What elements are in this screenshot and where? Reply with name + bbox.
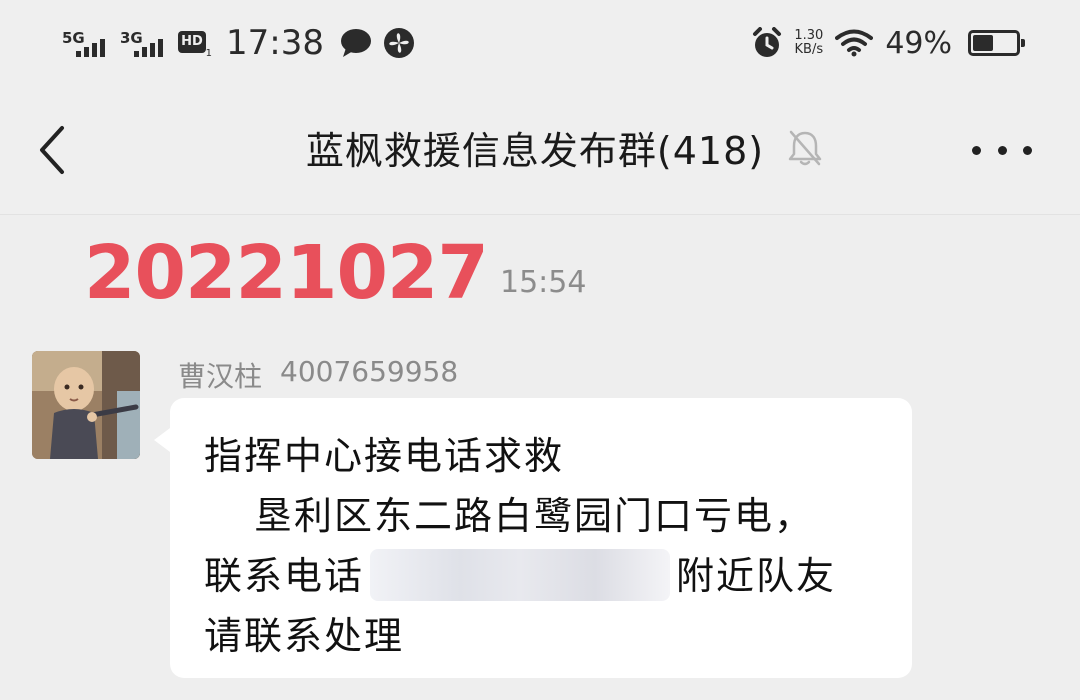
- chat-header: 蓝枫救援信息发布群(418): [0, 86, 1080, 215]
- message-line-3: 联系电话 附近队友: [204, 546, 904, 606]
- more-dots-icon: [972, 145, 981, 155]
- pinwheel-icon: [382, 26, 416, 60]
- status-left: 5G 3G HD 1 17:38: [62, 18, 416, 68]
- bell-muted-icon: [788, 130, 822, 165]
- battery-percent: 49%: [885, 25, 952, 61]
- more-options-button[interactable]: [972, 128, 1032, 172]
- hd-sub-label: 1: [205, 48, 212, 59]
- alarm-clock-icon: [752, 27, 782, 59]
- message-line-3-prefix: 联系电话: [204, 554, 365, 598]
- message-line-4: 请联系处理: [204, 614, 405, 658]
- network-speed: 1.30 KB/s: [794, 29, 823, 57]
- chat-title: 蓝枫救援信息发布群(418): [305, 129, 765, 173]
- message-line-1: 指挥中心接电话求救: [204, 434, 565, 478]
- battery-icon: [968, 30, 1025, 56]
- signal-3g-icon: 3G: [120, 25, 168, 61]
- date-banner: 20221027: [84, 230, 489, 316]
- message-line-2: 垦利区东二路白鹭园门口亏电，: [254, 494, 815, 538]
- message-sender: 曹汉柱 4007659958: [178, 355, 458, 395]
- status-bar: 5G 3G HD 1 17:38 1.30 KB/s 49%: [0, 0, 1080, 86]
- network-speed-value: 1.30: [794, 28, 824, 43]
- chat-title-group: 蓝枫救援信息发布群(418): [0, 120, 1080, 175]
- avatar[interactable]: [32, 351, 140, 459]
- message-bubble[interactable]: 指挥中心接电话求救 垦利区东二路白鹭园门口亏电， 联系电话 附近队友 请联系处理: [154, 398, 912, 678]
- status-time: 17:38: [226, 23, 324, 63]
- status-right: 1.30 KB/s 49%: [752, 18, 1025, 68]
- date-banner-time: 15:54: [500, 265, 587, 300]
- hd-label: HD: [178, 31, 206, 53]
- avatar-image: [32, 351, 140, 459]
- chat-bubble-icon: [340, 28, 372, 58]
- sender-id: 4007659958: [280, 355, 459, 388]
- signal-5g-icon: 5G: [62, 25, 110, 61]
- message-line-3-suffix: 附近队友: [676, 554, 837, 598]
- battery-fill: [973, 35, 993, 51]
- message-text: 指挥中心接电话求救 垦利区东二路白鹭园门口亏电， 联系电话 附近队友 请联系处理: [204, 426, 904, 666]
- redacted-phone-number: [370, 548, 671, 601]
- wifi-icon: [835, 29, 874, 57]
- sender-name: 曹汉柱: [178, 360, 263, 393]
- network-speed-unit: KB/s: [794, 42, 824, 57]
- hd-icon: HD 1: [178, 25, 212, 61]
